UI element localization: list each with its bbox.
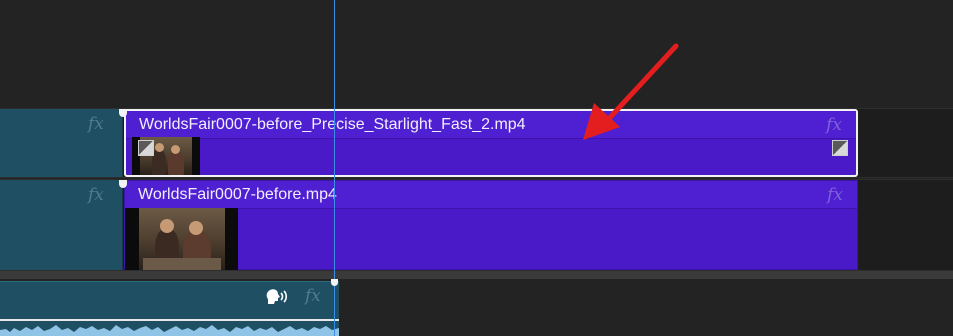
fx-badge[interactable]: fx xyxy=(826,117,842,134)
teal-clip-left-v1[interactable]: fx xyxy=(0,180,123,270)
empty-audio-area xyxy=(339,281,953,336)
transition-end-icon[interactable] xyxy=(832,140,848,156)
empty-track-area xyxy=(0,0,953,108)
transition-start-icon[interactable] xyxy=(138,140,154,156)
clip-thumbnail xyxy=(125,208,238,270)
audio-clip-a1[interactable]: fx xyxy=(0,281,339,336)
clip-title-bar: WorldsFair0007-before.mp4 fx xyxy=(125,181,857,209)
video-track-v1: fx WorldsFair0007-before.mp4 fx xyxy=(0,179,953,271)
clip-name: WorldsFair0007-before_Precise_Starlight_… xyxy=(139,116,526,133)
audio-waveform xyxy=(0,325,339,336)
teal-clip-left-v2[interactable]: fx xyxy=(0,109,123,177)
clip-name: WorldsFair0007-before.mp4 xyxy=(138,186,337,203)
video-track-v2: fx WorldsFair0007-before_Precise_Starlig… xyxy=(0,108,953,178)
fx-badge[interactable]: fx xyxy=(88,187,104,204)
track-separator[interactable] xyxy=(0,271,953,279)
video-clip-starlight[interactable]: WorldsFair0007-before_Precise_Starlight_… xyxy=(124,109,858,177)
clip-edge-handle-icon[interactable] xyxy=(119,109,127,117)
timeline-panel: fx WorldsFair0007-before_Precise_Starlig… xyxy=(0,0,953,336)
clip-title-bar: WorldsFair0007-before_Precise_Starlight_… xyxy=(126,111,856,139)
fx-badge[interactable]: fx xyxy=(827,187,843,204)
clip-edge-handle-icon[interactable] xyxy=(119,180,127,188)
playhead-marker-icon[interactable] xyxy=(331,279,338,286)
video-clip-before[interactable]: WorldsFair0007-before.mp4 fx xyxy=(124,180,858,270)
fx-badge[interactable]: fx xyxy=(305,288,321,305)
fx-badge[interactable]: fx xyxy=(88,116,104,133)
speaking-head-icon[interactable] xyxy=(266,288,288,306)
